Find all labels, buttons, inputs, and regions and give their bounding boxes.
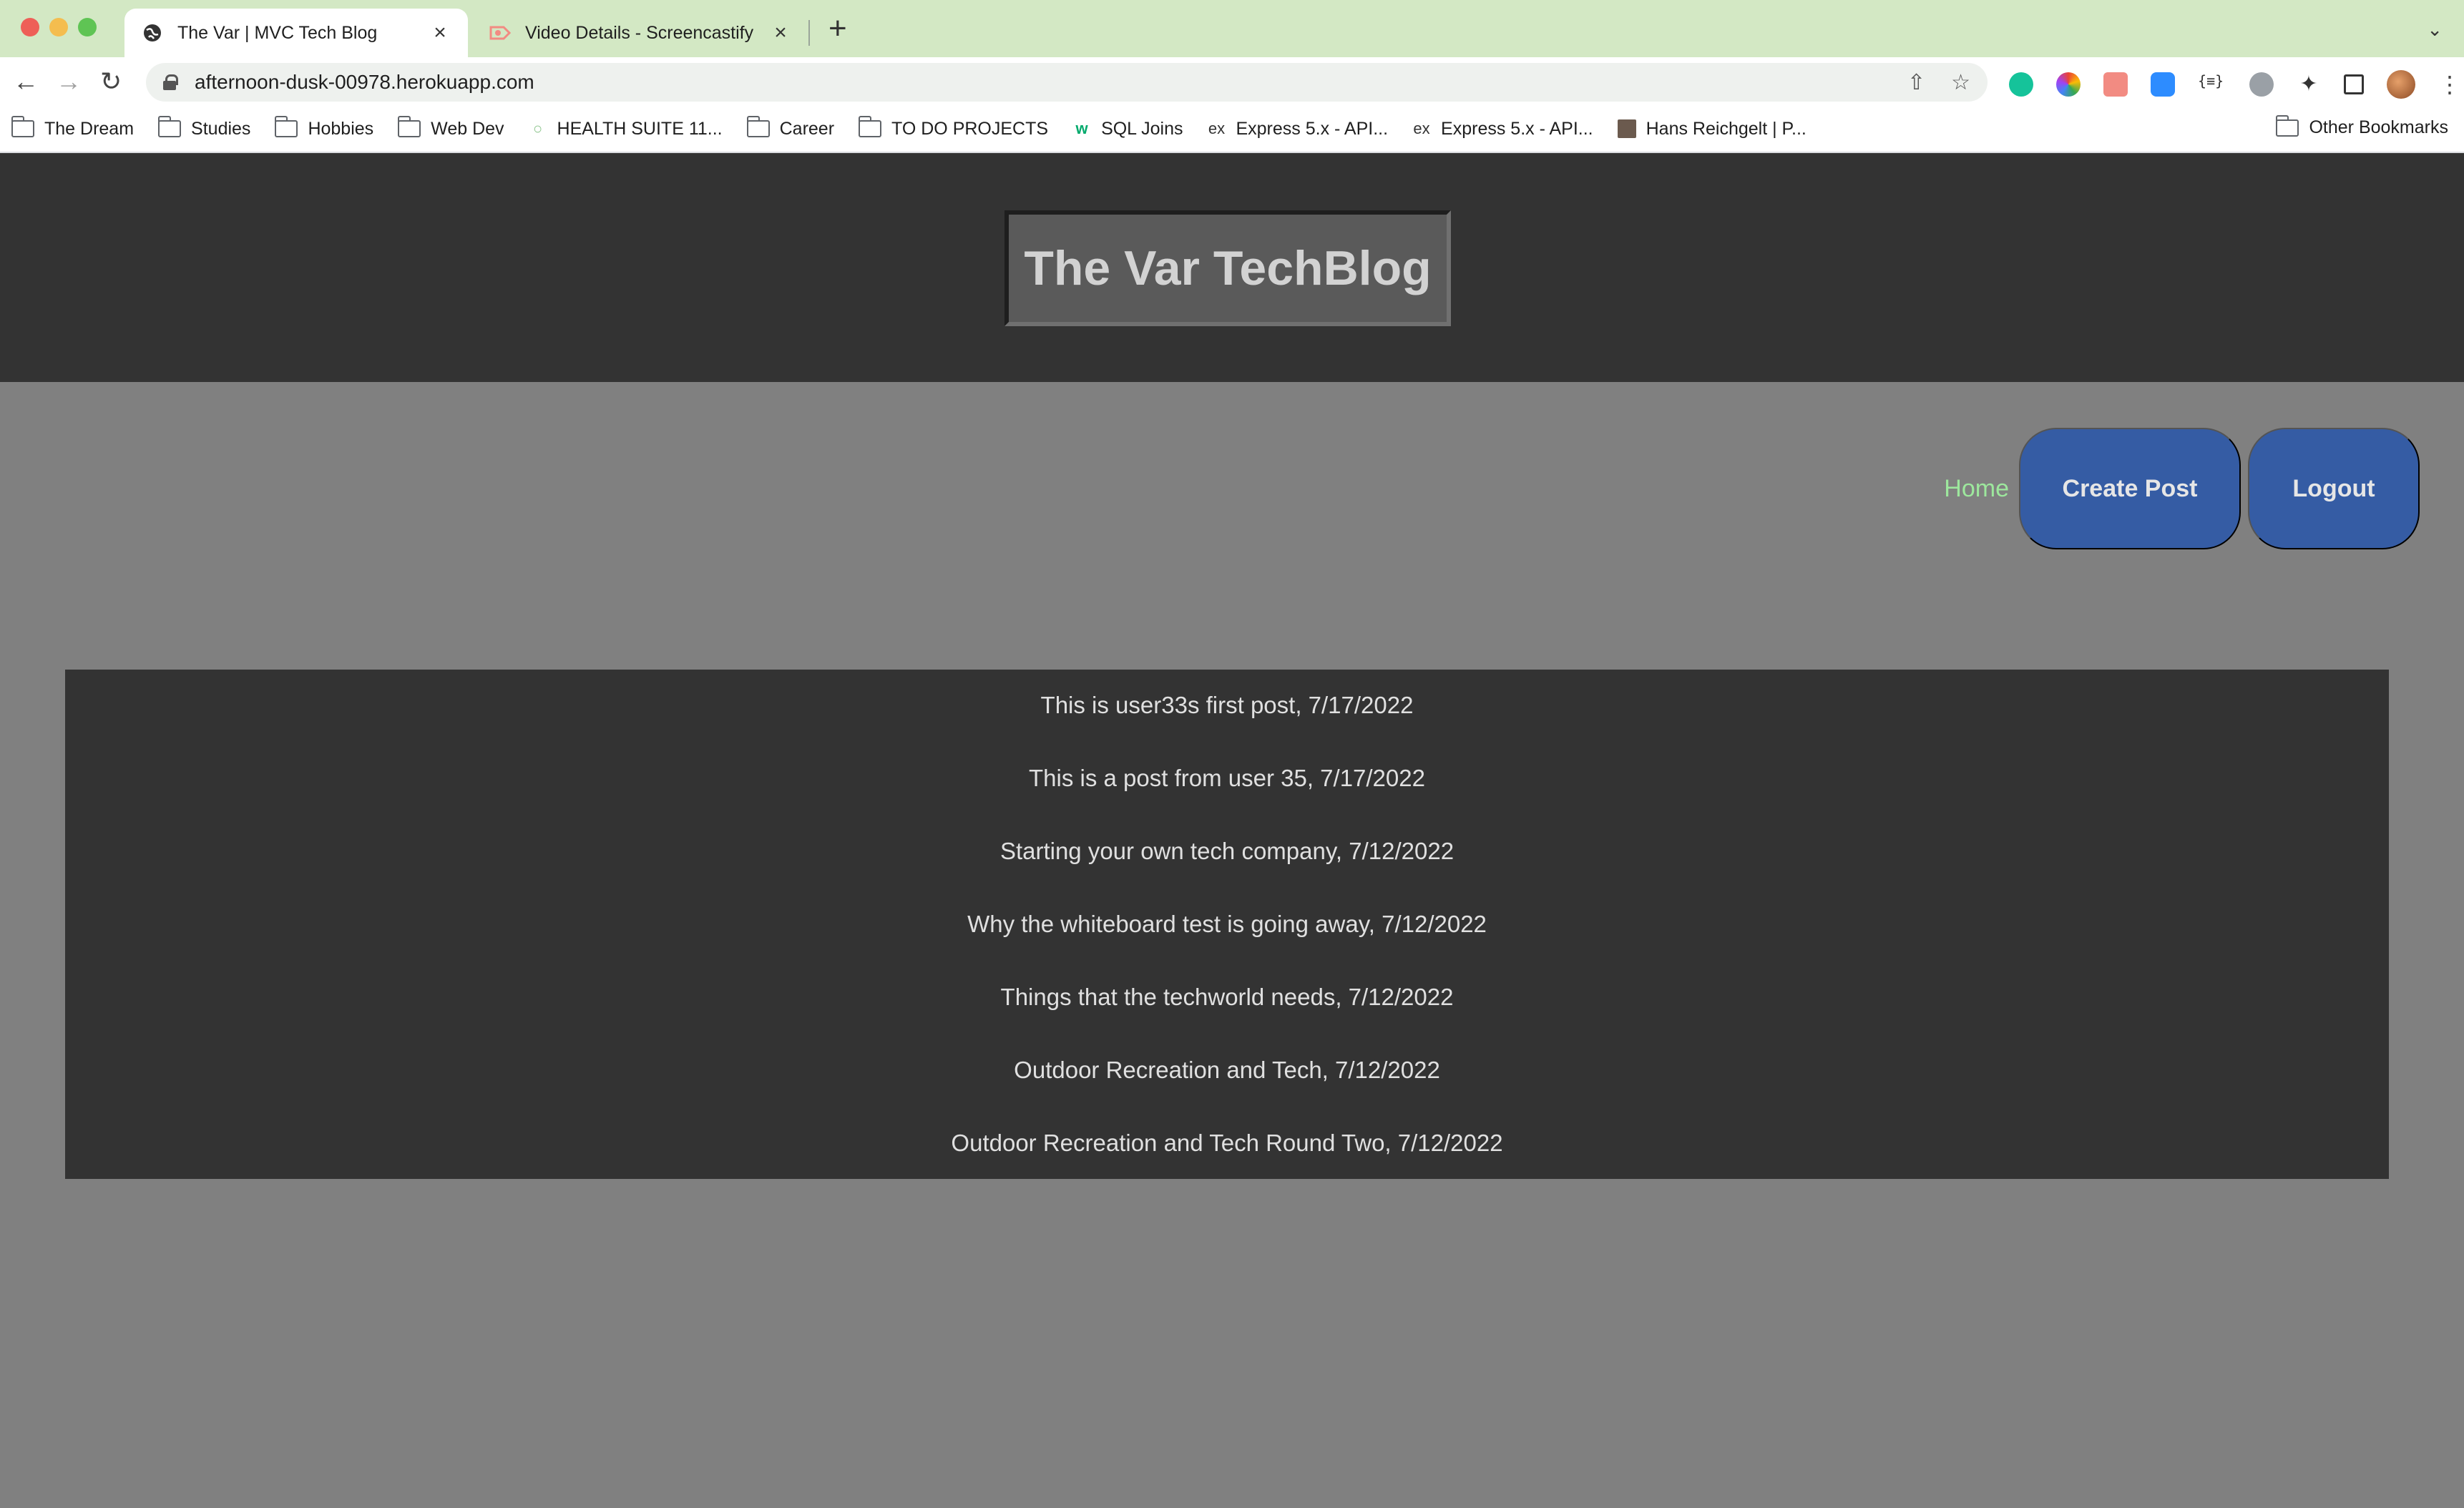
post-link[interactable]: This is user33s first post, 7/17/2022 bbox=[65, 690, 2389, 721]
bookmark-todo-projects[interactable]: TO DO PROJECTS bbox=[859, 116, 1049, 139]
browser-tab-strip: The Var | MVC Tech Blog × Video Details … bbox=[0, 0, 2464, 57]
folder-icon bbox=[158, 116, 182, 137]
color-picker-icon[interactable] bbox=[2056, 72, 2081, 97]
bookmark-label: Hans Reichgelt | P... bbox=[1646, 118, 1807, 139]
kebab-menu-icon[interactable]: ⋮ bbox=[2438, 72, 2461, 97]
site-header: The Var TechBlog bbox=[0, 153, 2464, 382]
health-suite-icon: ○ bbox=[532, 119, 543, 137]
screencastify-extension-icon[interactable] bbox=[2103, 72, 2128, 97]
close-window-button[interactable] bbox=[21, 18, 39, 36]
bookmark-health-suite[interactable]: ○ HEALTH SUITE 11... bbox=[529, 119, 723, 139]
bookmarks-bar: The Dream Studies Hobbies Web Dev ○ HEAL… bbox=[0, 106, 2464, 153]
post-link[interactable]: This is a post from user 35, 7/17/2022 bbox=[65, 763, 2389, 794]
folder-icon bbox=[859, 116, 882, 137]
bookmark-web-dev[interactable]: Web Dev bbox=[398, 116, 504, 139]
post-list: This is user33s first post, 7/17/2022 Th… bbox=[65, 670, 2389, 1179]
folder-icon bbox=[11, 116, 34, 137]
post-link[interactable]: Things that the techworld needs, 7/12/20… bbox=[65, 981, 2389, 1013]
maximize-window-button[interactable] bbox=[78, 18, 97, 36]
logout-button[interactable]: Logout bbox=[2248, 428, 2420, 549]
minimize-window-button[interactable] bbox=[49, 18, 68, 36]
zoom-icon[interactable] bbox=[2151, 72, 2175, 97]
folder-icon bbox=[275, 116, 298, 137]
bookmark-label: Web Dev bbox=[431, 118, 504, 139]
post-link[interactable]: Why the whiteboard test is going away, 7… bbox=[65, 909, 2389, 940]
forward-arrow-icon[interactable]: → bbox=[56, 66, 82, 97]
create-post-button[interactable]: Create Post bbox=[2019, 428, 2241, 549]
bookmark-label: Hobbies bbox=[308, 118, 374, 139]
profile-avatar[interactable] bbox=[2387, 70, 2415, 99]
url-text[interactable]: afternoon-dusk-00978.herokuapp.com bbox=[195, 71, 534, 94]
folder-icon bbox=[2276, 114, 2299, 137]
tab-screencastify[interactable]: Video Details - Screencastify × bbox=[472, 9, 808, 57]
bookmark-label: The Dream bbox=[44, 118, 135, 139]
home-link[interactable]: Home bbox=[1944, 475, 2009, 503]
reload-icon[interactable]: ↻ bbox=[100, 66, 122, 97]
express-icon: ex bbox=[1208, 119, 1226, 137]
folder-icon bbox=[398, 116, 421, 137]
star-icon[interactable]: ☆ bbox=[1951, 70, 1970, 95]
main-nav: Home Create Post Logout bbox=[1944, 428, 2420, 549]
folder-icon bbox=[746, 116, 770, 137]
site-title: The Var TechBlog bbox=[1024, 241, 1432, 295]
other-bookmarks[interactable]: Other Bookmarks bbox=[2276, 114, 2448, 138]
new-tab-button[interactable]: + bbox=[828, 13, 847, 44]
bookmark-career[interactable]: Career bbox=[746, 116, 835, 139]
tab-separator bbox=[808, 20, 810, 46]
bookmark-label: Express 5.x - API... bbox=[1441, 118, 1593, 139]
bookmark-label: SQL Joins bbox=[1101, 118, 1183, 139]
express-icon: ex bbox=[1413, 119, 1430, 137]
bookmark-hans-reichgelt[interactable]: Hans Reichgelt | P... bbox=[1617, 118, 1807, 139]
bookmark-hobbies[interactable]: Hobbies bbox=[275, 116, 374, 139]
post-link[interactable]: Starting your own tech company, 7/12/202… bbox=[65, 836, 2389, 867]
bookmark-label: Career bbox=[779, 118, 835, 139]
bookmark-label: Express 5.x - API... bbox=[1236, 118, 1389, 139]
gear-icon[interactable] bbox=[2249, 72, 2274, 97]
tab-title: Video Details - Screencastify bbox=[525, 22, 754, 43]
chevron-down-icon[interactable]: ⌄ bbox=[2427, 19, 2443, 41]
address-bar[interactable]: afternoon-dusk-00978.herokuapp.com ⇧ ☆ bbox=[146, 63, 1988, 102]
extensions-puzzle-icon[interactable]: ✦ bbox=[2297, 72, 2321, 97]
globe-icon bbox=[142, 22, 163, 44]
share-icon[interactable]: ⇧ bbox=[1907, 70, 1925, 95]
tab-title: The Var | MVC Tech Blog bbox=[177, 22, 378, 43]
bookmark-express-api-1[interactable]: ex Express 5.x - API... bbox=[1207, 119, 1388, 139]
browser-toolbar: ← → ↻ afternoon-dusk-00978.herokuapp.com… bbox=[0, 57, 2464, 106]
bookmark-the-dream[interactable]: The Dream bbox=[11, 116, 135, 139]
tab-the-var-blog[interactable]: The Var | MVC Tech Blog × bbox=[124, 9, 468, 57]
bookmark-sql-joins[interactable]: w SQL Joins bbox=[1072, 119, 1183, 139]
post-link[interactable]: Outdoor Recreation and Tech, 7/12/2022 bbox=[65, 1054, 2389, 1086]
bookmark-express-api-2[interactable]: ex Express 5.x - API... bbox=[1412, 119, 1593, 139]
bookmark-label: Studies bbox=[191, 118, 251, 139]
back-arrow-icon[interactable]: ← bbox=[13, 66, 39, 97]
other-bookmarks-label: Other Bookmarks bbox=[2309, 117, 2448, 137]
profile-photo-icon bbox=[1617, 119, 1636, 138]
bookmark-label: TO DO PROJECTS bbox=[891, 118, 1049, 139]
w3schools-icon: w bbox=[1075, 119, 1088, 137]
close-tab-icon[interactable]: × bbox=[770, 21, 791, 45]
bookmark-studies[interactable]: Studies bbox=[158, 116, 251, 139]
brand-box: The Var TechBlog bbox=[1004, 210, 1451, 326]
lock-icon[interactable] bbox=[163, 74, 178, 90]
screencastify-icon bbox=[489, 22, 511, 44]
grammarly-icon[interactable] bbox=[2009, 72, 2033, 97]
post-link[interactable]: Outdoor Recreation and Tech Round Two, 7… bbox=[65, 1127, 2389, 1159]
close-tab-icon[interactable]: × bbox=[429, 21, 451, 45]
json-viewer-icon[interactable]: {≡} bbox=[2198, 72, 2226, 97]
side-panel-icon[interactable] bbox=[2344, 74, 2364, 94]
bookmark-label: HEALTH SUITE 11... bbox=[557, 118, 723, 139]
